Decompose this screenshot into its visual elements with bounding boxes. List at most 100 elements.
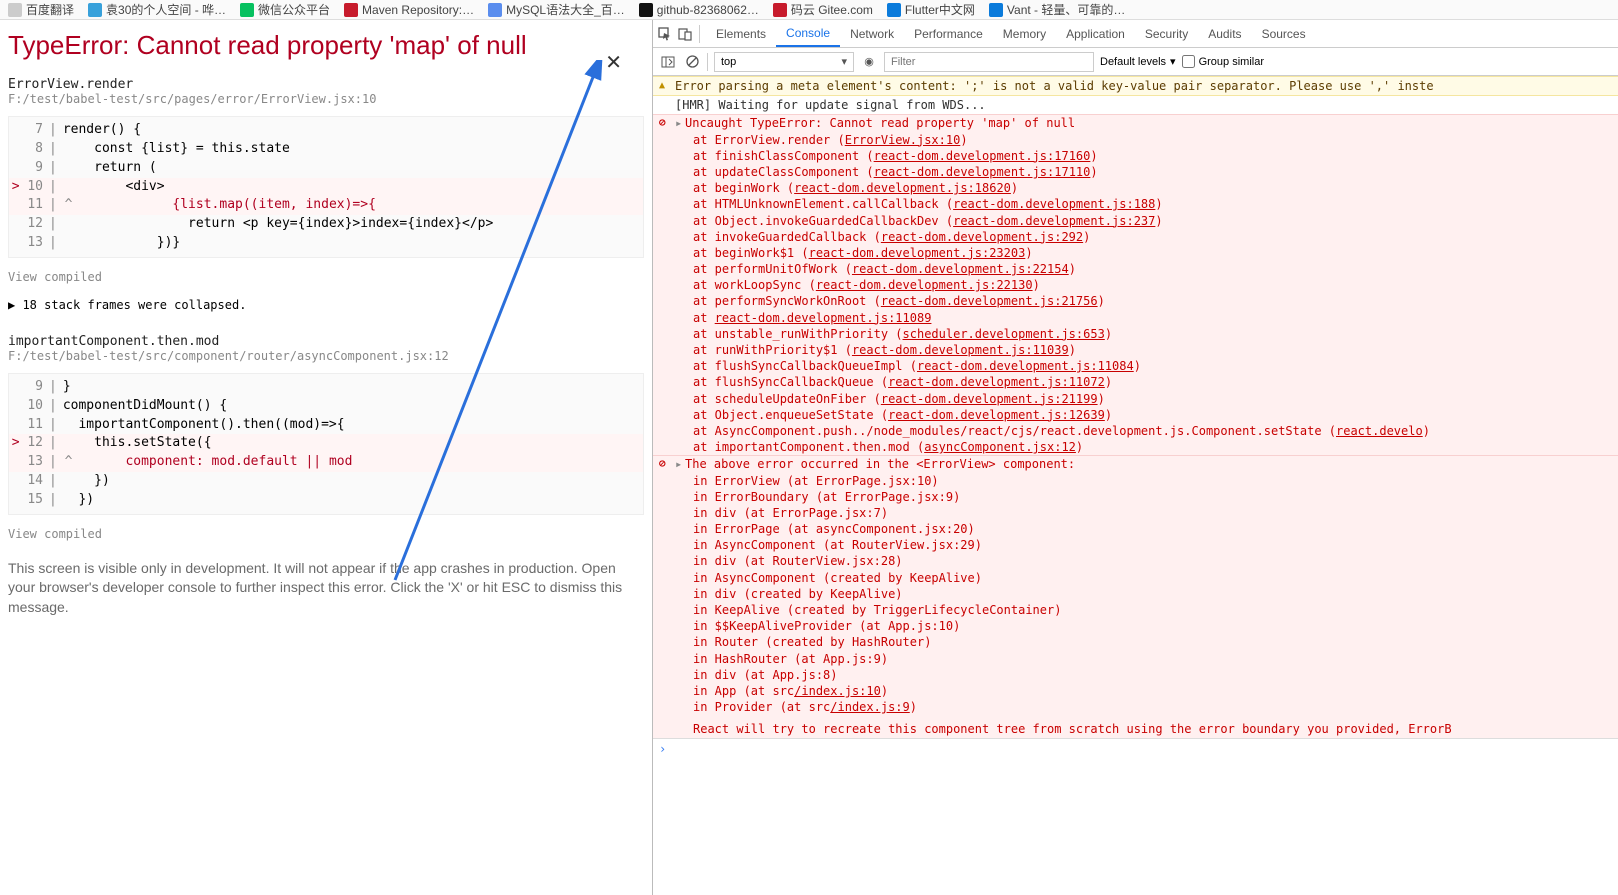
stack-frame[interactable]: at updateClassComponent (react-dom.devel… [653, 164, 1618, 180]
devtools-tab-console[interactable]: Console [776, 20, 840, 47]
console-toolbar: top ◉ Default levels ▾ Group similar [653, 48, 1618, 76]
bookmark-item[interactable]: Maven Repository:… [344, 3, 474, 17]
view-compiled-link[interactable]: View compiled [8, 527, 644, 541]
code-line: 9| return ( [9, 159, 643, 178]
console-filter-input[interactable] [884, 52, 1094, 72]
error-log-group[interactable]: ▸Uncaught TypeError: Cannot read propert… [653, 114, 1618, 455]
bookmark-label: 微信公众平台 [258, 1, 330, 18]
devtools-tab-elements[interactable]: Elements [706, 20, 776, 47]
favicon-icon [8, 3, 22, 17]
stack-frame[interactable]: at performUnitOfWork (react-dom.developm… [653, 261, 1618, 277]
stack-frame[interactable]: at importantComponent.then.mod (asyncCom… [653, 439, 1618, 455]
component-tree-line: in KeepAlive (created by TriggerLifecycl… [653, 602, 1618, 618]
stack-frame[interactable]: at ErrorView.render (ErrorView.jsx:10) [653, 132, 1618, 148]
devtools-tab-network[interactable]: Network [840, 20, 904, 47]
devtools-tabbar: ElementsConsoleNetworkPerformanceMemoryA… [653, 20, 1618, 48]
devtools-tab-performance[interactable]: Performance [904, 20, 993, 47]
group-similar-checkbox[interactable]: Group similar [1182, 55, 1264, 68]
error-log-group[interactable]: ▸The above error occurred in the <ErrorV… [653, 455, 1618, 737]
favicon-icon [989, 3, 1003, 17]
select-element-icon[interactable] [657, 26, 673, 42]
devtools-tab-memory[interactable]: Memory [993, 20, 1056, 47]
bookmark-item[interactable]: MySQL语法大全_百… [488, 1, 625, 18]
sidebar-toggle-icon[interactable] [659, 53, 677, 71]
context-selector[interactable]: top [714, 52, 854, 72]
stack-frame[interactable]: at HTMLUnknownElement.callCallback (reac… [653, 196, 1618, 212]
favicon-icon [240, 3, 254, 17]
component-tree-line[interactable]: in Provider (at src/index.js:9) [653, 699, 1618, 715]
bookmark-label: Flutter中文网 [905, 1, 975, 18]
favicon-icon [639, 3, 653, 17]
stack-frame[interactable]: at performSyncWorkOnRoot (react-dom.deve… [653, 293, 1618, 309]
bookmark-label: Vant - 轻量、可靠的… [1007, 1, 1125, 18]
component-tree-line: in div (at ErrorPage.jsx:7) [653, 505, 1618, 521]
bookmark-item[interactable]: 微信公众平台 [240, 1, 330, 18]
warning-log[interactable]: Error parsing a meta element's content: … [653, 76, 1618, 96]
eye-icon[interactable]: ◉ [860, 53, 878, 71]
stack-frame[interactable]: at Object.enqueueSetState (react-dom.dev… [653, 407, 1618, 423]
component-tree-line[interactable]: in App (at src/index.js:10) [653, 683, 1618, 699]
stack-frame-heading: ErrorView.render [8, 77, 644, 92]
device-toolbar-icon[interactable] [677, 26, 693, 42]
view-compiled-link[interactable]: View compiled [8, 270, 644, 284]
stack-frame[interactable]: at beginWork$1 (react-dom.development.js… [653, 245, 1618, 261]
bookmark-item[interactable]: github-82368062… [639, 3, 759, 17]
devtools-tab-security[interactable]: Security [1135, 20, 1198, 47]
bookmark-bar: 百度翻译袁30的个人空间 - 哗… 微信公众平台 Maven Repository:… [0, 0, 1618, 20]
stack-frame[interactable]: at flushSyncCallbackQueueImpl (react-dom… [653, 358, 1618, 374]
stack-frame[interactable]: at flushSyncCallbackQueue (react-dom.dev… [653, 374, 1618, 390]
stack-frame[interactable]: at react-dom.development.js:11089 [653, 310, 1618, 326]
devtools-tab-sources[interactable]: Sources [1252, 20, 1316, 47]
component-tree-line: in AsyncComponent (created by KeepAlive) [653, 570, 1618, 586]
stack-frame[interactable]: at invokeGuardedCallback (react-dom.deve… [653, 229, 1618, 245]
stack-frame[interactable]: at scheduleUpdateOnFiber (react-dom.deve… [653, 391, 1618, 407]
error-title: TypeError: Cannot read property 'map' of… [8, 30, 604, 61]
component-tree-line: in div (at App.js:8) [653, 667, 1618, 683]
bookmark-label: Maven Repository:… [362, 3, 474, 17]
error-message[interactable]: ▸The above error occurred in the <ErrorV… [653, 456, 1618, 472]
main-split: TypeError: Cannot read property 'map' of… [0, 20, 1618, 895]
component-tree-line: in div (created by KeepAlive) [653, 586, 1618, 602]
code-line: 15| }) [9, 491, 643, 510]
code-line: 7|render() { [9, 121, 643, 140]
code-line: 13| ^ component: mod.default || mod [9, 453, 643, 472]
stack-frame-path[interactable]: F:/test/babel-test/src/component/router/… [8, 349, 644, 363]
bookmark-label: 百度翻译 [26, 1, 74, 18]
stack-frame[interactable]: at AsyncComponent.push../node_modules/re… [653, 423, 1618, 439]
bookmark-item[interactable]: 码云 Gitee.com [773, 1, 873, 18]
stack-frame[interactable]: at Object.invokeGuardedCallbackDev (reac… [653, 213, 1618, 229]
bookmark-item[interactable]: 百度翻译 [8, 1, 74, 18]
close-icon[interactable]: ✕ [605, 50, 622, 75]
stack-frame[interactable]: at runWithPriority$1 (react-dom.developm… [653, 342, 1618, 358]
bookmark-item[interactable]: Vant - 轻量、可靠的… [989, 1, 1125, 18]
bookmark-item[interactable]: 袁30的个人空间 - 哗… [88, 1, 226, 18]
component-tree-line: in Router (created by HashRouter) [653, 634, 1618, 650]
component-tree-line: in ErrorView (at ErrorPage.jsx:10) [653, 473, 1618, 489]
clear-console-icon[interactable] [683, 53, 701, 71]
stack-frame-path[interactable]: F:/test/babel-test/src/pages/error/Error… [8, 92, 644, 106]
favicon-icon [344, 3, 358, 17]
log-levels-dropdown[interactable]: Default levels ▾ [1100, 55, 1176, 68]
component-tree-line: in ErrorBoundary (at ErrorPage.jsx:9) [653, 489, 1618, 505]
bookmark-item[interactable]: Flutter中文网 [887, 1, 975, 18]
code-line: 11| ^ {list.map((item, index)=>{ [9, 196, 643, 215]
bookmark-label: github-82368062… [657, 3, 759, 17]
favicon-icon [488, 3, 502, 17]
devtools-tab-application[interactable]: Application [1056, 20, 1135, 47]
react-error-overlay: TypeError: Cannot read property 'map' of… [0, 20, 652, 895]
devtools-tab-audits[interactable]: Audits [1198, 20, 1251, 47]
stack-frame[interactable]: at unstable_runWithPriority (scheduler.d… [653, 326, 1618, 342]
favicon-icon [773, 3, 787, 17]
code-line: 9|} [9, 378, 643, 397]
stack-frame[interactable]: at finishClassComponent (react-dom.devel… [653, 148, 1618, 164]
code-line: 8| const {list} = this.state [9, 140, 643, 159]
collapsed-frames-toggle[interactable]: 18 stack frames were collapsed. [8, 298, 644, 312]
stack-frame[interactable]: at workLoopSync (react-dom.development.j… [653, 277, 1618, 293]
stack-frame[interactable]: at beginWork (react-dom.development.js:1… [653, 180, 1618, 196]
chrome-devtools: ElementsConsoleNetworkPerformanceMemoryA… [652, 20, 1618, 895]
info-log[interactable]: [HMR] Waiting for update signal from WDS… [653, 96, 1618, 114]
console-prompt[interactable]: › [653, 738, 1618, 759]
component-tree-line: in HashRouter (at App.js:9) [653, 651, 1618, 667]
error-message[interactable]: ▸Uncaught TypeError: Cannot read propert… [653, 115, 1618, 131]
console-log-area[interactable]: Error parsing a meta element's content: … [653, 76, 1618, 895]
